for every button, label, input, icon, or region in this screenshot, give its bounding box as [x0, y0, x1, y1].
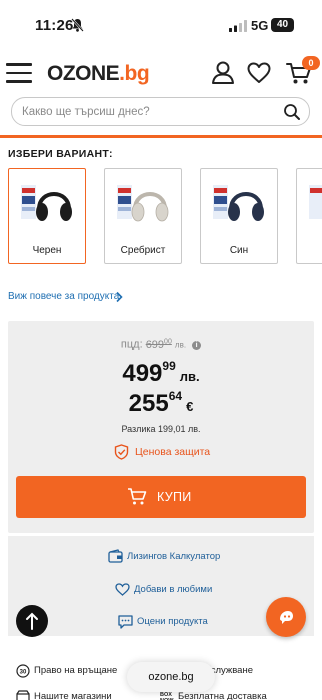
- search-input[interactable]: [22, 103, 272, 121]
- variant-label: Черен: [32, 245, 62, 256]
- user-icon[interactable]: [210, 60, 236, 86]
- price-difference: Разлика 199,01 лв.: [121, 424, 201, 434]
- variant-card-partial[interactable]: [296, 168, 322, 264]
- price-bgn: 49999лв.: [122, 359, 200, 387]
- variant-label: Сребрист: [120, 245, 166, 256]
- battery-indicator: 40: [271, 18, 294, 32]
- return-30-icon: 30: [16, 664, 30, 678]
- wallet-icon: [108, 549, 123, 563]
- variant-label: Син: [229, 245, 249, 256]
- headphones-silver-image: [117, 185, 169, 222]
- old-price: пцд: 69900 лв. i: [8, 338, 314, 351]
- variant-list: Черен Сребрист Син: [8, 168, 322, 264]
- search-bar: [11, 97, 310, 126]
- cart-icon: [128, 488, 147, 505]
- arrow-up-icon: [26, 612, 38, 630]
- headphones-image: [309, 185, 322, 219]
- buy-button[interactable]: КУПИ: [16, 476, 306, 518]
- info-icon[interactable]: i: [192, 340, 202, 350]
- heart-icon: [115, 583, 130, 596]
- variant-card-silver[interactable]: Сребрист: [104, 168, 182, 264]
- menu-icon[interactable]: [6, 63, 32, 83]
- headphones-blue-image: [213, 185, 264, 221]
- logo-accent: .bg: [119, 62, 150, 85]
- shield-check-icon: [114, 444, 129, 460]
- variant-title: ИЗБЕРИ ВАРИАНТ:: [8, 148, 113, 160]
- bell-off-icon: [71, 18, 84, 32]
- network-type: 5G: [251, 18, 269, 33]
- scroll-to-top-button[interactable]: [16, 605, 48, 637]
- store-icon: [16, 690, 30, 700]
- old-price-value: 69900: [145, 338, 172, 351]
- headphones-black-image: [21, 185, 72, 221]
- more-about-product-link[interactable]: Виж повече за продукта: [8, 291, 119, 302]
- chat-button[interactable]: [266, 597, 306, 637]
- chevron-right-icon: [116, 291, 123, 303]
- signal-icon: [229, 20, 247, 32]
- price-panel: пцд: 69900 лв. i 49999лв. 25564€ Разлика…: [8, 321, 314, 533]
- chat-icon: [280, 611, 293, 624]
- variant-card-black[interactable]: Черен: [8, 168, 86, 264]
- price-eur: 25564€: [128, 389, 194, 417]
- price-protection-label: Ценова защита: [135, 446, 211, 458]
- heart-icon[interactable]: [246, 60, 272, 86]
- old-price-prefix: пцд:: [120, 338, 143, 351]
- header-divider: [0, 135, 322, 138]
- cart-count-badge: 0: [302, 56, 320, 70]
- variant-card-blue[interactable]: Син: [200, 168, 278, 264]
- buy-button-label: КУПИ: [157, 490, 192, 504]
- status-time: 11:26: [35, 17, 74, 34]
- ozone-logo[interactable]: OZONE.bg: [47, 62, 150, 86]
- search-icon[interactable]: [283, 103, 301, 121]
- site-header: OZONE.bg: [0, 52, 322, 96]
- svg-text:30: 30: [20, 670, 27, 676]
- status-bar: 11:26 5G 40: [0, 0, 322, 52]
- comment-icon: [118, 615, 133, 629]
- logo-main: OZONE: [47, 62, 120, 85]
- browser-url-bar[interactable]: ozone.bg: [127, 662, 215, 692]
- old-price-currency: лв.: [174, 340, 187, 350]
